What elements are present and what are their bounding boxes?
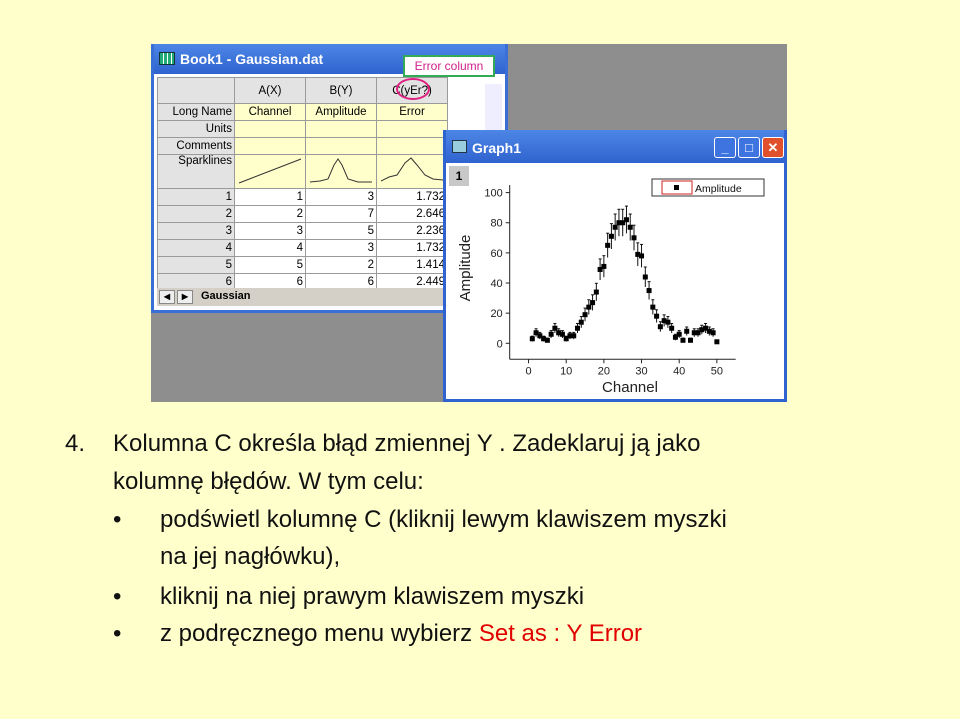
y-tick-label: 20 [490, 308, 502, 320]
data-point [676, 331, 682, 337]
data-point [646, 288, 652, 294]
bullet-icon: • [113, 583, 122, 610]
data-point [657, 324, 663, 330]
instruction-line-2: kolumnę błędów. W tym celu: [113, 468, 424, 495]
y-tick-label: 40 [490, 278, 502, 290]
set-as-y-error-highlight: Set as : Y Error [478, 620, 643, 647]
data-point [631, 235, 637, 241]
x-tick-label: 30 [635, 365, 647, 377]
data-point [578, 319, 584, 325]
data-point [571, 333, 577, 339]
data-point [680, 337, 686, 343]
data-point [586, 304, 592, 310]
data-point [650, 304, 656, 310]
x-tick-label: 10 [560, 365, 572, 377]
data-point [665, 319, 671, 325]
y-tick-label: 80 [490, 218, 502, 230]
data-point [612, 224, 618, 230]
legend-symbol [674, 185, 679, 190]
data-point [623, 217, 629, 223]
data-point [590, 300, 596, 306]
data-point [654, 313, 660, 319]
data-point [684, 328, 690, 334]
data-point [642, 274, 648, 280]
data-point [593, 289, 599, 295]
x-tick-label: 50 [711, 365, 723, 377]
data-point [639, 253, 645, 259]
x-axis-label: Channel [602, 379, 658, 396]
data-point [559, 331, 565, 337]
bullet-2-text: kliknij na niej prawym klawiszem myszki [160, 583, 585, 610]
x-tick-label: 20 [598, 365, 610, 377]
bullet-icon: • [113, 506, 122, 533]
data-point [582, 312, 588, 318]
bullet-1-text: podświetl kolumnę C (kliknij lewym klawi… [160, 506, 727, 533]
bullet-1-continuation: na jej nagłówku), [160, 543, 341, 570]
instruction-line-1: Kolumna C określa błąd zmiennej Y . Zade… [113, 430, 701, 457]
bullet-icon: • [113, 620, 122, 647]
x-tick-label: 40 [673, 365, 685, 377]
data-point [552, 325, 558, 331]
data-point [548, 331, 554, 337]
y-tick-label: 0 [497, 338, 503, 350]
data-point [601, 263, 607, 269]
data-point [714, 339, 720, 345]
data-point [608, 233, 614, 239]
y-tick-label: 60 [490, 248, 502, 260]
amplitude-chart: Channel Amplitude Amplitude 0 10 20 30 40 50 0… [457, 178, 765, 396]
data-point [627, 224, 633, 230]
x-tick-label: 0 [525, 365, 531, 377]
y-axis-label: Amplitude [457, 235, 474, 302]
data-point [688, 337, 693, 343]
data-point [575, 325, 580, 331]
data-point [544, 337, 550, 343]
bullet-3-text: z podręcznego menu wybierz Set as : Y Er… [160, 620, 642, 648]
legend-label: Amplitude [695, 183, 742, 195]
y-tick-label: 100 [484, 188, 502, 200]
data-point [710, 330, 716, 336]
data-point [605, 242, 611, 248]
step-number: 4. [65, 430, 86, 457]
data-point [529, 336, 535, 342]
bullet-3-plain: z podręcznego menu wybierz [160, 620, 479, 647]
data-point [669, 325, 675, 331]
